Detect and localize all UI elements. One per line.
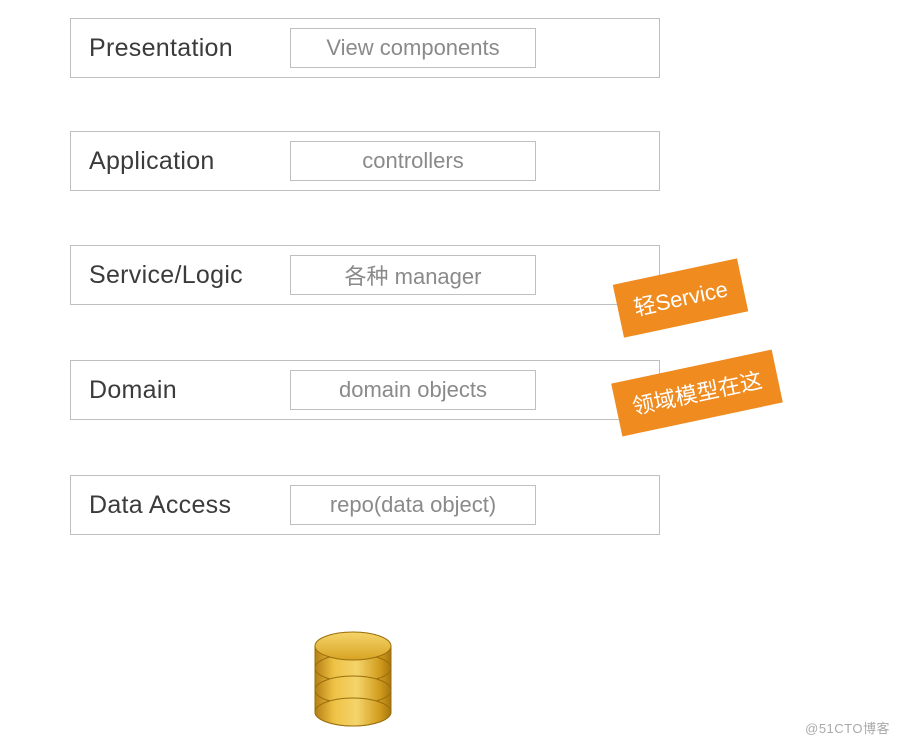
layer-title: Service/Logic (71, 261, 284, 290)
layer-inner-text: repo(data object) (330, 492, 496, 518)
layer-service-logic: Service/Logic 各种 manager (70, 245, 660, 305)
layer-inner-text: controllers (362, 148, 463, 174)
layer-data-access: Data Access repo(data object) (70, 475, 660, 535)
layer-inner-text: domain objects (339, 377, 487, 403)
layer-inner-text: View components (326, 35, 499, 61)
layer-inner-box: 各种 manager (290, 255, 536, 295)
layer-title: Domain (71, 376, 284, 405)
layer-inner-text: 各种 manager (345, 259, 482, 291)
watermark: @51CTO博客 (805, 718, 890, 737)
layer-inner-box: controllers (290, 141, 536, 181)
layer-application: Application controllers (70, 131, 660, 191)
layer-inner-box: repo(data object) (290, 485, 536, 525)
architecture-diagram: Presentation View components Application… (0, 0, 900, 745)
layer-title: Application (71, 147, 284, 176)
layer-inner-box: View components (290, 28, 536, 68)
layer-domain: Domain domain objects (70, 360, 660, 420)
layer-title: Data Access (71, 491, 284, 520)
database-icon (308, 628, 398, 733)
layer-inner-box: domain objects (290, 370, 536, 410)
layer-presentation: Presentation View components (70, 18, 660, 78)
layer-title: Presentation (71, 34, 284, 63)
